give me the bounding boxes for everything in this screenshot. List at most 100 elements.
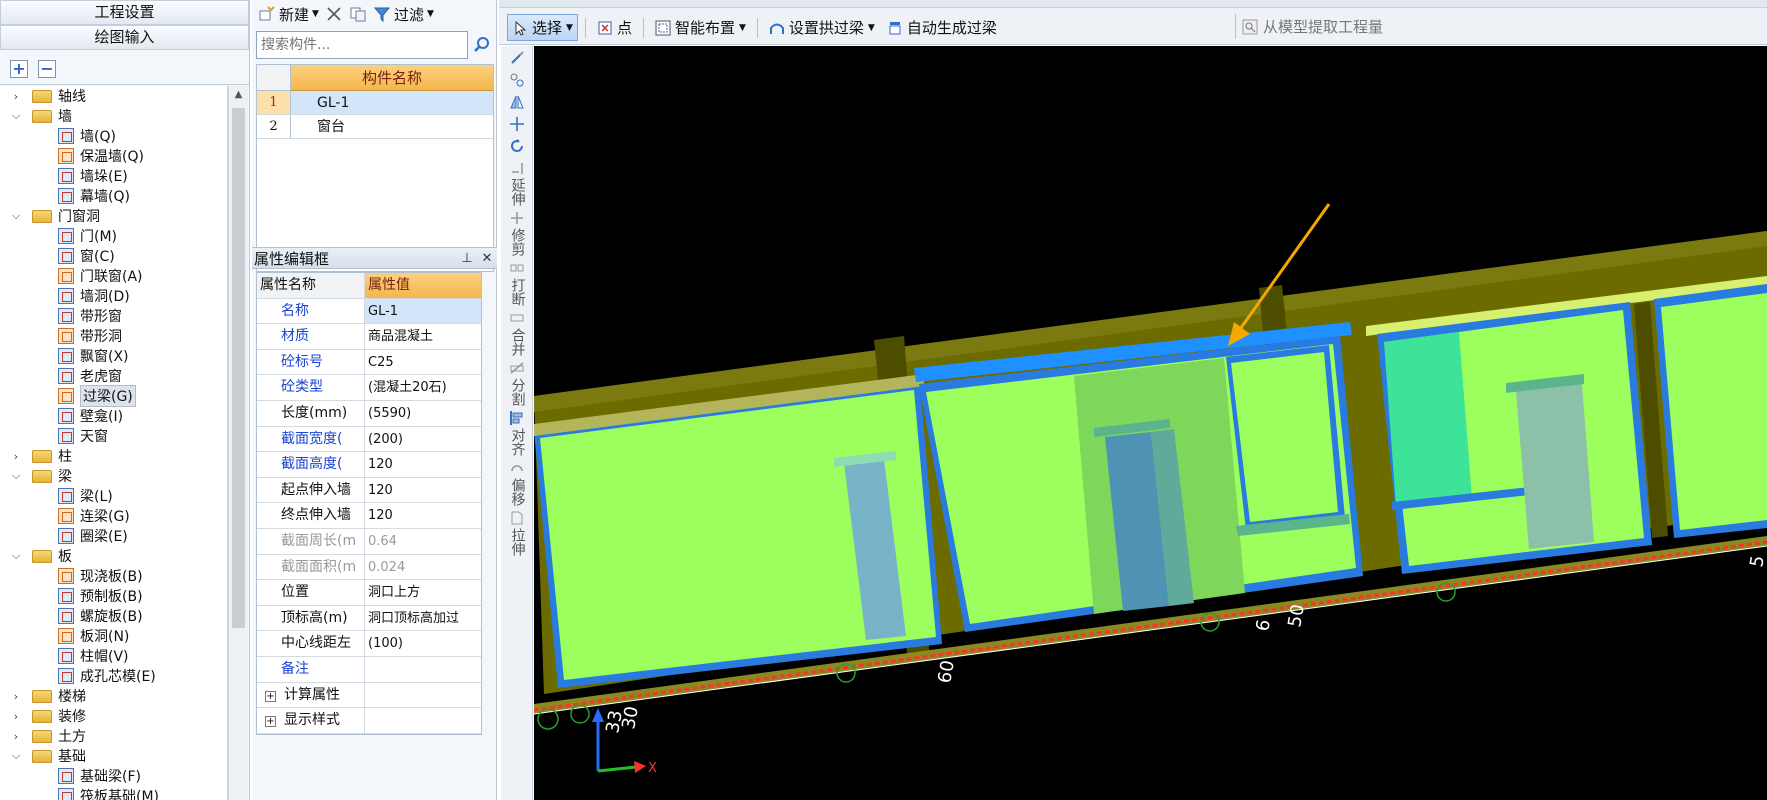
tree-item[interactable]: 成孔芯模(E) [0, 666, 227, 686]
extend-tool[interactable]: 延伸 [501, 156, 533, 206]
paint-tool[interactable] [501, 46, 533, 68]
property-row[interactable]: 截面周长(m 0.64 [257, 528, 481, 555]
chevron-right-icon[interactable]: › [10, 710, 22, 723]
tree-item[interactable]: 梁(L) [0, 486, 227, 506]
tree-item[interactable]: 壁龛(I) [0, 406, 227, 426]
component-row[interactable]: 2 窗台 [257, 115, 493, 139]
tree-item[interactable]: 圈梁(E) [0, 526, 227, 546]
tree-item[interactable]: 带形窗 [0, 306, 227, 326]
property-value[interactable]: GL-1 [365, 298, 481, 324]
tree-item[interactable]: 墙垛(E) [0, 166, 227, 186]
project-settings-button[interactable]: 工程设置 [0, 0, 249, 25]
property-value[interactable] [365, 708, 481, 733]
property-row[interactable]: 顶标高(m) 洞口顶标高加过 [257, 605, 481, 632]
property-row[interactable]: 截面高度(120 [257, 452, 481, 478]
copy-icon[interactable] [349, 6, 367, 22]
tree-scrollbar[interactable]: ▲ [228, 86, 248, 800]
property-value[interactable]: 洞口顶标高加过 [365, 606, 481, 631]
tree-category[interactable]: › 装修 [0, 706, 227, 726]
tree-item[interactable]: 幕墙(Q) [0, 186, 227, 206]
expand-plus-icon[interactable]: + [265, 716, 276, 728]
rotate-tool[interactable] [501, 134, 533, 156]
tree-item[interactable]: 天窗 [0, 426, 227, 446]
property-value[interactable]: (200) [365, 427, 481, 452]
chevron-down-icon[interactable]: ⌵ [10, 109, 22, 123]
collapse-all-button[interactable]: − [38, 59, 56, 78]
property-row[interactable]: 备注 [257, 656, 481, 683]
chevron-right-icon[interactable]: › [10, 690, 22, 703]
break-tool[interactable]: 打断 [501, 256, 533, 306]
scroll-up-icon[interactable]: ▲ [229, 86, 248, 104]
smart-layout-button[interactable]: 智能布置 ▼ [651, 15, 750, 40]
chevron-down-icon[interactable]: ⌵ [10, 209, 22, 223]
property-value[interactable]: (5590) [365, 401, 481, 426]
offset-tool[interactable]: 偏移 [501, 456, 533, 506]
point-button[interactable]: 点 [593, 15, 636, 40]
component-search-input[interactable] [257, 32, 467, 58]
chevron-down-icon[interactable]: ⌵ [10, 549, 22, 563]
split-tool[interactable]: 分割 [501, 356, 533, 406]
tree-item[interactable]: 飘窗(X) [0, 346, 227, 366]
merge-tool[interactable]: 合并 [501, 306, 533, 356]
tree-category[interactable]: ⌵ 基础 [0, 746, 227, 766]
property-row[interactable]: 材质 商品混凝土 [257, 324, 481, 350]
property-row[interactable]: 起点伸入墙 120 [257, 477, 481, 504]
search-icon[interactable] [470, 31, 494, 59]
tree-item[interactable]: 门(M) [0, 226, 227, 246]
property-value[interactable]: (100) [365, 631, 481, 656]
property-row[interactable]: 终点伸入墙 120 [257, 503, 481, 529]
tree-item[interactable]: 板洞(N) [0, 626, 227, 646]
tree-category[interactable]: ⌵ 梁 [0, 466, 227, 486]
3d-viewport[interactable]: 33 30 60 6 50 5 X [534, 46, 1767, 800]
property-value[interactable]: (混凝土20石) [365, 375, 481, 400]
property-value[interactable]: 商品混凝土 [365, 324, 481, 349]
tree-item[interactable]: 老虎窗 [0, 366, 227, 386]
delete-icon[interactable] [325, 6, 343, 22]
property-group[interactable]: + 计算属性 [257, 682, 481, 709]
tree-category[interactable]: › 轴线 [0, 86, 227, 106]
expand-all-button[interactable]: + [10, 59, 28, 78]
chevron-right-icon[interactable]: › [10, 730, 22, 743]
tree-item[interactable]: 柱帽(V) [0, 646, 227, 666]
tree-item[interactable]: 墙洞(D) [0, 286, 227, 306]
chevron-right-icon[interactable]: › [10, 450, 22, 463]
trim-tool[interactable]: 修剪 [501, 206, 533, 256]
property-value[interactable]: 120 [365, 452, 481, 477]
tree-category[interactable]: › 土方 [0, 726, 227, 746]
tree-item[interactable]: 门联窗(A) [0, 266, 227, 286]
tree-item[interactable]: 过梁(G) [0, 385, 227, 407]
select-button[interactable]: 选择 ▼ [507, 14, 578, 41]
tree-item[interactable]: 窗(C) [0, 246, 227, 266]
property-value[interactable] [365, 657, 481, 682]
property-group[interactable]: + 显示样式 [257, 708, 481, 734]
chevron-right-icon[interactable]: › [10, 90, 22, 103]
mirror-tool[interactable] [501, 90, 533, 112]
property-value[interactable]: C25 [365, 350, 481, 375]
filter-button[interactable]: 过滤 ▼ [373, 4, 434, 25]
close-icon[interactable]: ✕ [477, 251, 497, 266]
extract-quantity-button[interactable]: 从模型提取工程量 [1235, 14, 1389, 39]
tree-item[interactable]: 现浇板(B) [0, 566, 227, 586]
property-row[interactable]: 砼标号 C25 [257, 349, 481, 376]
property-row[interactable]: 中心线距左 (100) [257, 631, 481, 657]
property-row[interactable]: 名称 GL-1 [257, 298, 481, 325]
pin-icon[interactable]: ⊥ [457, 251, 477, 266]
tree-item[interactable]: 基础梁(F) [0, 766, 227, 786]
property-row[interactable]: 截面宽度((200) [257, 426, 481, 453]
property-row[interactable]: 位置 洞口上方 [257, 580, 481, 606]
chevron-down-icon[interactable]: ⌵ [10, 469, 22, 483]
scroll-thumb[interactable] [232, 108, 245, 628]
tree-item[interactable]: 连梁(G) [0, 506, 227, 526]
chevron-down-icon[interactable]: ⌵ [10, 749, 22, 763]
tree-category[interactable]: ⌵ 板 [0, 546, 227, 566]
tree-item[interactable]: 筏板基础(M) [0, 786, 227, 800]
tree-category[interactable]: ⌵ 门窗洞 [0, 206, 227, 226]
align-tool[interactable]: 对齐 [501, 406, 533, 456]
expand-plus-icon[interactable]: + [265, 690, 276, 702]
stretch-tool[interactable]: 拉伸 [501, 506, 533, 556]
move-tool[interactable] [501, 112, 533, 134]
property-row[interactable]: 砼类型 (混凝土20石) [257, 375, 481, 401]
auto-lintel-button[interactable]: 自动生成过梁 [883, 15, 1001, 40]
property-row[interactable]: 截面面积(m 0.024 [257, 554, 481, 581]
tree-item[interactable]: 螺旋板(B) [0, 606, 227, 626]
